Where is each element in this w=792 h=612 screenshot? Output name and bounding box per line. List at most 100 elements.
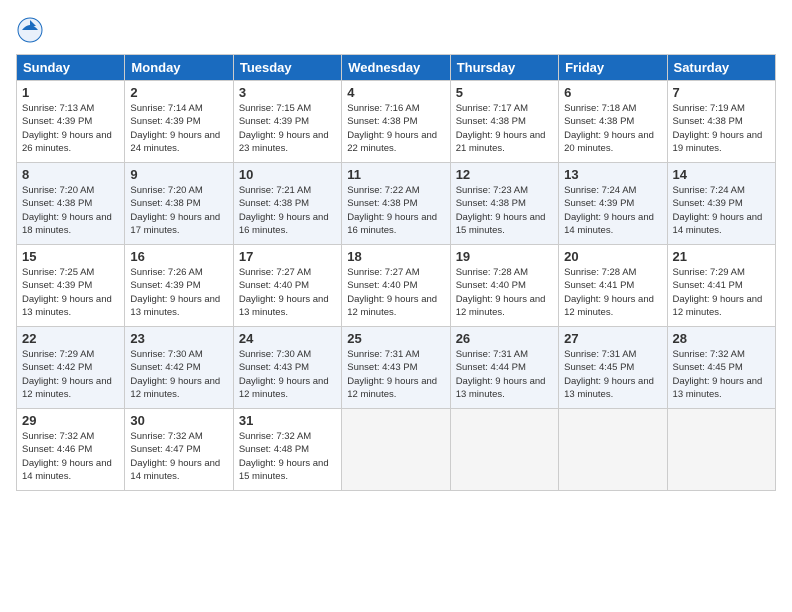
- cell-text: Sunrise: 7:16 AMSunset: 4:38 PMDaylight:…: [347, 102, 444, 155]
- cell-text: Sunrise: 7:20 AMSunset: 4:38 PMDaylight:…: [22, 184, 119, 237]
- day-header: Tuesday: [233, 55, 341, 81]
- day-number: 30: [130, 413, 227, 428]
- day-number: 15: [22, 249, 119, 264]
- logo-icon: [16, 16, 44, 44]
- day-number: 27: [564, 331, 661, 346]
- page: SundayMondayTuesdayWednesdayThursdayFrid…: [0, 0, 792, 612]
- day-number: 25: [347, 331, 444, 346]
- calendar-cell: [450, 409, 558, 491]
- day-number: 8: [22, 167, 119, 182]
- day-number: 4: [347, 85, 444, 100]
- calendar-cell: 12 Sunrise: 7:23 AMSunset: 4:38 PMDayligh…: [450, 163, 558, 245]
- calendar-header-row: SundayMondayTuesdayWednesdayThursdayFrid…: [17, 55, 776, 81]
- day-header: Wednesday: [342, 55, 450, 81]
- calendar-cell: 27 Sunrise: 7:31 AMSunset: 4:45 PMDayligh…: [559, 327, 667, 409]
- calendar-cell: 15 Sunrise: 7:25 AMSunset: 4:39 PMDayligh…: [17, 245, 125, 327]
- calendar-cell: 14 Sunrise: 7:24 AMSunset: 4:39 PMDayligh…: [667, 163, 775, 245]
- day-number: 24: [239, 331, 336, 346]
- calendar-cell: 1Sunrise: 7:13 AMSunset: 4:39 PMDaylight…: [17, 81, 125, 163]
- cell-text: Sunrise: 7:31 AMSunset: 4:44 PMDaylight:…: [456, 348, 553, 401]
- cell-text: Sunrise: 7:18 AMSunset: 4:38 PMDaylight:…: [564, 102, 661, 155]
- day-number: 26: [456, 331, 553, 346]
- calendar-week-row: 1Sunrise: 7:13 AMSunset: 4:39 PMDaylight…: [17, 81, 776, 163]
- calendar-cell: 17 Sunrise: 7:27 AMSunset: 4:40 PMDayligh…: [233, 245, 341, 327]
- calendar-cell: 13 Sunrise: 7:24 AMSunset: 4:39 PMDayligh…: [559, 163, 667, 245]
- day-number: 2: [130, 85, 227, 100]
- cell-text: Sunrise: 7:27 AMSunset: 4:40 PMDaylight:…: [347, 266, 444, 319]
- calendar-cell: 30 Sunrise: 7:32 AMSunset: 4:47 PMDayligh…: [125, 409, 233, 491]
- cell-text: Sunrise: 7:29 AMSunset: 4:42 PMDaylight:…: [22, 348, 119, 401]
- cell-text: Sunrise: 7:32 AMSunset: 4:47 PMDaylight:…: [130, 430, 227, 483]
- calendar-cell: 26 Sunrise: 7:31 AMSunset: 4:44 PMDayligh…: [450, 327, 558, 409]
- day-number: 7: [673, 85, 770, 100]
- day-number: 1: [22, 85, 119, 100]
- cell-text: Sunrise: 7:24 AMSunset: 4:39 PMDaylight:…: [673, 184, 770, 237]
- cell-text: Sunrise: 7:28 AMSunset: 4:40 PMDaylight:…: [456, 266, 553, 319]
- calendar-cell: 5 Sunrise: 7:17 AMSunset: 4:38 PMDaylight…: [450, 81, 558, 163]
- day-header: Monday: [125, 55, 233, 81]
- calendar-week-row: 15 Sunrise: 7:25 AMSunset: 4:39 PMDayligh…: [17, 245, 776, 327]
- day-number: 6: [564, 85, 661, 100]
- day-number: 21: [673, 249, 770, 264]
- calendar-cell: 4 Sunrise: 7:16 AMSunset: 4:38 PMDaylight…: [342, 81, 450, 163]
- day-number: 16: [130, 249, 227, 264]
- cell-text: Sunrise: 7:30 AMSunset: 4:43 PMDaylight:…: [239, 348, 336, 401]
- calendar-cell: 3 Sunrise: 7:15 AMSunset: 4:39 PMDaylight…: [233, 81, 341, 163]
- day-number: 23: [130, 331, 227, 346]
- cell-text: Sunrise: 7:20 AMSunset: 4:38 PMDaylight:…: [130, 184, 227, 237]
- cell-text: Sunrise: 7:24 AMSunset: 4:39 PMDaylight:…: [564, 184, 661, 237]
- calendar-cell: 28 Sunrise: 7:32 AMSunset: 4:45 PMDayligh…: [667, 327, 775, 409]
- logo: [16, 16, 48, 44]
- day-number: 22: [22, 331, 119, 346]
- cell-text: Sunrise: 7:26 AMSunset: 4:39 PMDaylight:…: [130, 266, 227, 319]
- cell-text: Sunrise: 7:14 AMSunset: 4:39 PMDaylight:…: [130, 102, 227, 155]
- calendar-cell: [342, 409, 450, 491]
- calendar-cell: 25 Sunrise: 7:31 AMSunset: 4:43 PMDayligh…: [342, 327, 450, 409]
- day-number: 12: [456, 167, 553, 182]
- cell-text: Sunrise: 7:21 AMSunset: 4:38 PMDaylight:…: [239, 184, 336, 237]
- day-header: Sunday: [17, 55, 125, 81]
- calendar-cell: 2 Sunrise: 7:14 AMSunset: 4:39 PMDaylight…: [125, 81, 233, 163]
- calendar-cell: 8 Sunrise: 7:20 AMSunset: 4:38 PMDaylight…: [17, 163, 125, 245]
- day-header: Friday: [559, 55, 667, 81]
- calendar-cell: [667, 409, 775, 491]
- cell-text: Sunrise: 7:29 AMSunset: 4:41 PMDaylight:…: [673, 266, 770, 319]
- day-number: 28: [673, 331, 770, 346]
- cell-text: Sunrise: 7:19 AMSunset: 4:38 PMDaylight:…: [673, 102, 770, 155]
- cell-text: Sunrise: 7:32 AMSunset: 4:46 PMDaylight:…: [22, 430, 119, 483]
- day-number: 5: [456, 85, 553, 100]
- day-number: 31: [239, 413, 336, 428]
- day-number: 13: [564, 167, 661, 182]
- calendar-week-row: 29 Sunrise: 7:32 AMSunset: 4:46 PMDayligh…: [17, 409, 776, 491]
- day-number: 3: [239, 85, 336, 100]
- calendar-cell: [559, 409, 667, 491]
- calendar-cell: 11 Sunrise: 7:22 AMSunset: 4:38 PMDayligh…: [342, 163, 450, 245]
- calendar-cell: 6 Sunrise: 7:18 AMSunset: 4:38 PMDaylight…: [559, 81, 667, 163]
- cell-text: Sunrise: 7:17 AMSunset: 4:38 PMDaylight:…: [456, 102, 553, 155]
- calendar-cell: 29 Sunrise: 7:32 AMSunset: 4:46 PMDayligh…: [17, 409, 125, 491]
- cell-text: Sunrise: 7:30 AMSunset: 4:42 PMDaylight:…: [130, 348, 227, 401]
- day-number: 29: [22, 413, 119, 428]
- day-header: Saturday: [667, 55, 775, 81]
- cell-text: Sunrise: 7:27 AMSunset: 4:40 PMDaylight:…: [239, 266, 336, 319]
- day-number: 11: [347, 167, 444, 182]
- header: [16, 16, 776, 44]
- day-number: 17: [239, 249, 336, 264]
- calendar-cell: 16 Sunrise: 7:26 AMSunset: 4:39 PMDayligh…: [125, 245, 233, 327]
- cell-text: Sunrise: 7:28 AMSunset: 4:41 PMDaylight:…: [564, 266, 661, 319]
- cell-text: Sunrise: 7:32 AMSunset: 4:45 PMDaylight:…: [673, 348, 770, 401]
- day-number: 14: [673, 167, 770, 182]
- cell-text: Sunrise: 7:23 AMSunset: 4:38 PMDaylight:…: [456, 184, 553, 237]
- cell-text: Sunrise: 7:25 AMSunset: 4:39 PMDaylight:…: [22, 266, 119, 319]
- calendar-week-row: 8 Sunrise: 7:20 AMSunset: 4:38 PMDaylight…: [17, 163, 776, 245]
- calendar-cell: 24 Sunrise: 7:30 AMSunset: 4:43 PMDayligh…: [233, 327, 341, 409]
- calendar-cell: 23 Sunrise: 7:30 AMSunset: 4:42 PMDayligh…: [125, 327, 233, 409]
- day-number: 18: [347, 249, 444, 264]
- cell-text: Sunrise: 7:31 AMSunset: 4:43 PMDaylight:…: [347, 348, 444, 401]
- cell-text: Sunrise: 7:31 AMSunset: 4:45 PMDaylight:…: [564, 348, 661, 401]
- calendar-table: SundayMondayTuesdayWednesdayThursdayFrid…: [16, 54, 776, 491]
- cell-text: Sunrise: 7:15 AMSunset: 4:39 PMDaylight:…: [239, 102, 336, 155]
- cell-text: Sunrise: 7:22 AMSunset: 4:38 PMDaylight:…: [347, 184, 444, 237]
- calendar-cell: 9Sunrise: 7:20 AMSunset: 4:38 PMDaylight…: [125, 163, 233, 245]
- calendar-cell: 19Sunrise: 7:28 AMSunset: 4:40 PMDayligh…: [450, 245, 558, 327]
